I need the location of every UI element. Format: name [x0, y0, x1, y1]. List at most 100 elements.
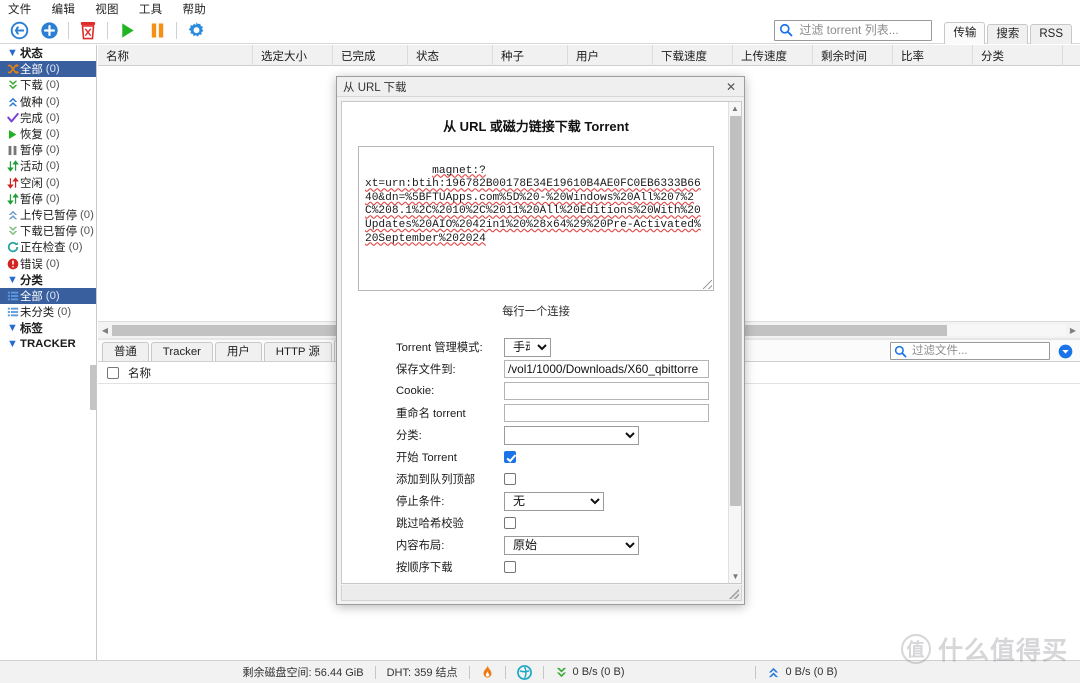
column-selected-size[interactable]: 选定大小: [253, 45, 333, 66]
label-save-path: 保存文件到:: [396, 364, 456, 376]
connection-flame-status[interactable]: [470, 665, 505, 680]
sidebar-item-stalled-uploading[interactable]: 上传已暂停 (0): [0, 207, 96, 223]
column-ratio[interactable]: 比率: [893, 45, 973, 66]
files-column-name[interactable]: 名称: [128, 365, 151, 381]
status-sidebar[interactable]: ▼ 状态 全部 (0) 下载 (0) 做种 (0) 完成 (0) 恢复 (0) …: [0, 45, 97, 660]
torrent-filter-search[interactable]: [774, 19, 933, 41]
rename-torrent-input[interactable]: [504, 404, 709, 422]
management-mode-select[interactable]: 手动: [504, 337, 551, 357]
sidebar-item-seeding[interactable]: 做种 (0): [0, 94, 96, 110]
content-layout-select[interactable]: 原始: [504, 535, 639, 555]
download-arrow-icon: [556, 667, 566, 677]
flame-icon: [483, 665, 492, 678]
sidebar-item-downloading[interactable]: 下载 (0): [0, 77, 96, 93]
pause-torrent-button[interactable]: [142, 18, 172, 43]
menu-item-help[interactable]: 帮助: [180, 1, 208, 17]
tab-transfers[interactable]: 传输: [944, 21, 986, 44]
tab-peers[interactable]: 用户: [214, 342, 262, 361]
label-start-torrent: 开始 Torrent: [396, 452, 457, 464]
sidebar-item-paused[interactable]: 暂停 (0): [0, 142, 96, 158]
category-select[interactable]: [504, 425, 639, 445]
scroll-left-arrow-icon[interactable]: ◀: [98, 323, 112, 338]
chevron-down-circle-icon[interactable]: [1050, 344, 1080, 359]
add-torrent-file-button[interactable]: [34, 18, 64, 43]
download-rate-status: 0 B/s (0 B): [544, 666, 636, 679]
column-completed[interactable]: 已完成: [333, 45, 408, 66]
sidebar-category-all[interactable]: 全部 (0): [0, 287, 96, 304]
cookie-input[interactable]: [504, 382, 709, 400]
disk-space-status: 剩余磁盘空间: 56.44 GiB: [242, 667, 364, 679]
sidebar-item-resumed[interactable]: 恢复 (0): [0, 126, 96, 142]
tab-search[interactable]: 搜索: [987, 23, 1029, 44]
first-last-piece-checkbox[interactable]: [504, 583, 516, 584]
sidebar-category-uncategorized[interactable]: 未分类 (0): [0, 304, 96, 320]
field-start-torrent: 开始 Torrent: [396, 446, 730, 468]
field-save-path: 保存文件到:: [396, 358, 730, 380]
tab-rss[interactable]: RSS: [1030, 23, 1072, 44]
file-filter-input[interactable]: [910, 344, 1046, 358]
dialog-scrollbar-thumb[interactable]: [730, 116, 741, 506]
tab-general[interactable]: 普通: [102, 342, 149, 361]
tab-http-sources[interactable]: HTTP 源: [263, 342, 332, 361]
dialog-body: 从 URL 或磁力链接下载 Torrent magnet:? xt=urn:bt…: [341, 101, 742, 584]
menu-item-tools[interactable]: 工具: [137, 1, 165, 17]
column-peers[interactable]: 用户: [568, 45, 653, 66]
add-torrent-link-button[interactable]: [4, 18, 34, 43]
sidebar-group-trackers[interactable]: ▼ TRACKER: [0, 336, 96, 352]
sidebar-scrollbar-thumb[interactable]: [90, 365, 96, 410]
sidebar-item-errored[interactable]: 错误 (0): [0, 255, 96, 271]
top-tab-bar: 传输 搜索 RSS: [942, 17, 1072, 44]
sequential-download-checkbox[interactable]: [504, 561, 516, 573]
add-to-top-of-queue-checkbox[interactable]: [504, 473, 516, 485]
idle-icon: [5, 176, 20, 189]
sidebar-group-categories[interactable]: ▼ 分类: [0, 272, 96, 288]
dialog-scrollbar[interactable]: ▲ ▼: [728, 102, 741, 583]
column-seeds[interactable]: 种子: [493, 45, 568, 66]
settings-gear-button[interactable]: [181, 18, 211, 43]
column-download-speed[interactable]: 下载速度: [653, 45, 733, 66]
scroll-up-arrow-icon[interactable]: ▲: [729, 102, 741, 115]
skip-hash-check-checkbox[interactable]: [504, 517, 516, 529]
dialog-resize-grip-icon[interactable]: [729, 589, 739, 599]
url-textarea[interactable]: magnet:? xt=urn:btih:196782B00178E34E196…: [358, 146, 714, 291]
tab-trackers[interactable]: Tracker: [150, 342, 213, 361]
save-path-input[interactable]: [504, 360, 709, 378]
network-status[interactable]: [506, 664, 543, 680]
label-sequential-download: 按顺序下载: [396, 562, 453, 574]
sidebar-item-checking[interactable]: 正在检查 (0): [0, 239, 96, 255]
column-category[interactable]: 分类: [973, 45, 1063, 66]
label-content-layout: 内容布局:: [396, 540, 445, 552]
start-torrent-checkbox[interactable]: [504, 451, 516, 463]
menu-item-file[interactable]: 文件: [6, 1, 34, 17]
menu-item-edit[interactable]: 编辑: [50, 1, 78, 17]
close-icon[interactable]: ✕: [724, 80, 738, 94]
sidebar-item-stalled[interactable]: 暂停 (0): [0, 191, 96, 207]
sidebar-item-completed[interactable]: 完成 (0): [0, 110, 96, 126]
stop-condition-select[interactable]: 无: [504, 491, 604, 511]
sidebar-item-inactive[interactable]: 空闲 (0): [0, 175, 96, 191]
start-torrent-button[interactable]: [112, 18, 142, 43]
column-status[interactable]: 状态: [408, 45, 493, 66]
column-name[interactable]: 名称: [98, 45, 253, 66]
chevron-down-icon: ▼: [7, 322, 18, 335]
search-input[interactable]: [797, 22, 928, 38]
field-category: 分类:: [396, 424, 730, 446]
scroll-right-arrow-icon[interactable]: ▶: [1066, 323, 1080, 338]
dialog-heading: 从 URL 或磁力链接下载 Torrent: [443, 119, 629, 134]
dialog-title-bar[interactable]: 从 URL 下载 ✕: [337, 77, 744, 97]
select-all-files-checkbox[interactable]: [98, 366, 128, 379]
sidebar-group-status[interactable]: ▼ 状态: [0, 45, 96, 61]
chevron-down-icon: ▼: [7, 47, 18, 60]
delete-torrent-button[interactable]: [73, 18, 103, 43]
sidebar-item-active[interactable]: 活动 (0): [0, 158, 96, 174]
label-skip-hash-check: 跳过哈希校验: [396, 518, 464, 530]
sidebar-item-stalled-downloading[interactable]: 下载已暂停 (0): [0, 223, 96, 239]
file-filter-search[interactable]: [890, 342, 1050, 360]
column-upload-speed[interactable]: 上传速度: [733, 45, 813, 66]
scroll-down-arrow-icon[interactable]: ▼: [729, 570, 741, 583]
column-eta[interactable]: 剩余时间: [813, 45, 893, 66]
sidebar-group-tags[interactable]: ▼ 标签: [0, 320, 96, 336]
sidebar-item-all[interactable]: 全部 (0): [0, 61, 96, 78]
resize-grip-icon[interactable]: [703, 280, 712, 289]
menu-item-view[interactable]: 视图: [93, 1, 121, 17]
